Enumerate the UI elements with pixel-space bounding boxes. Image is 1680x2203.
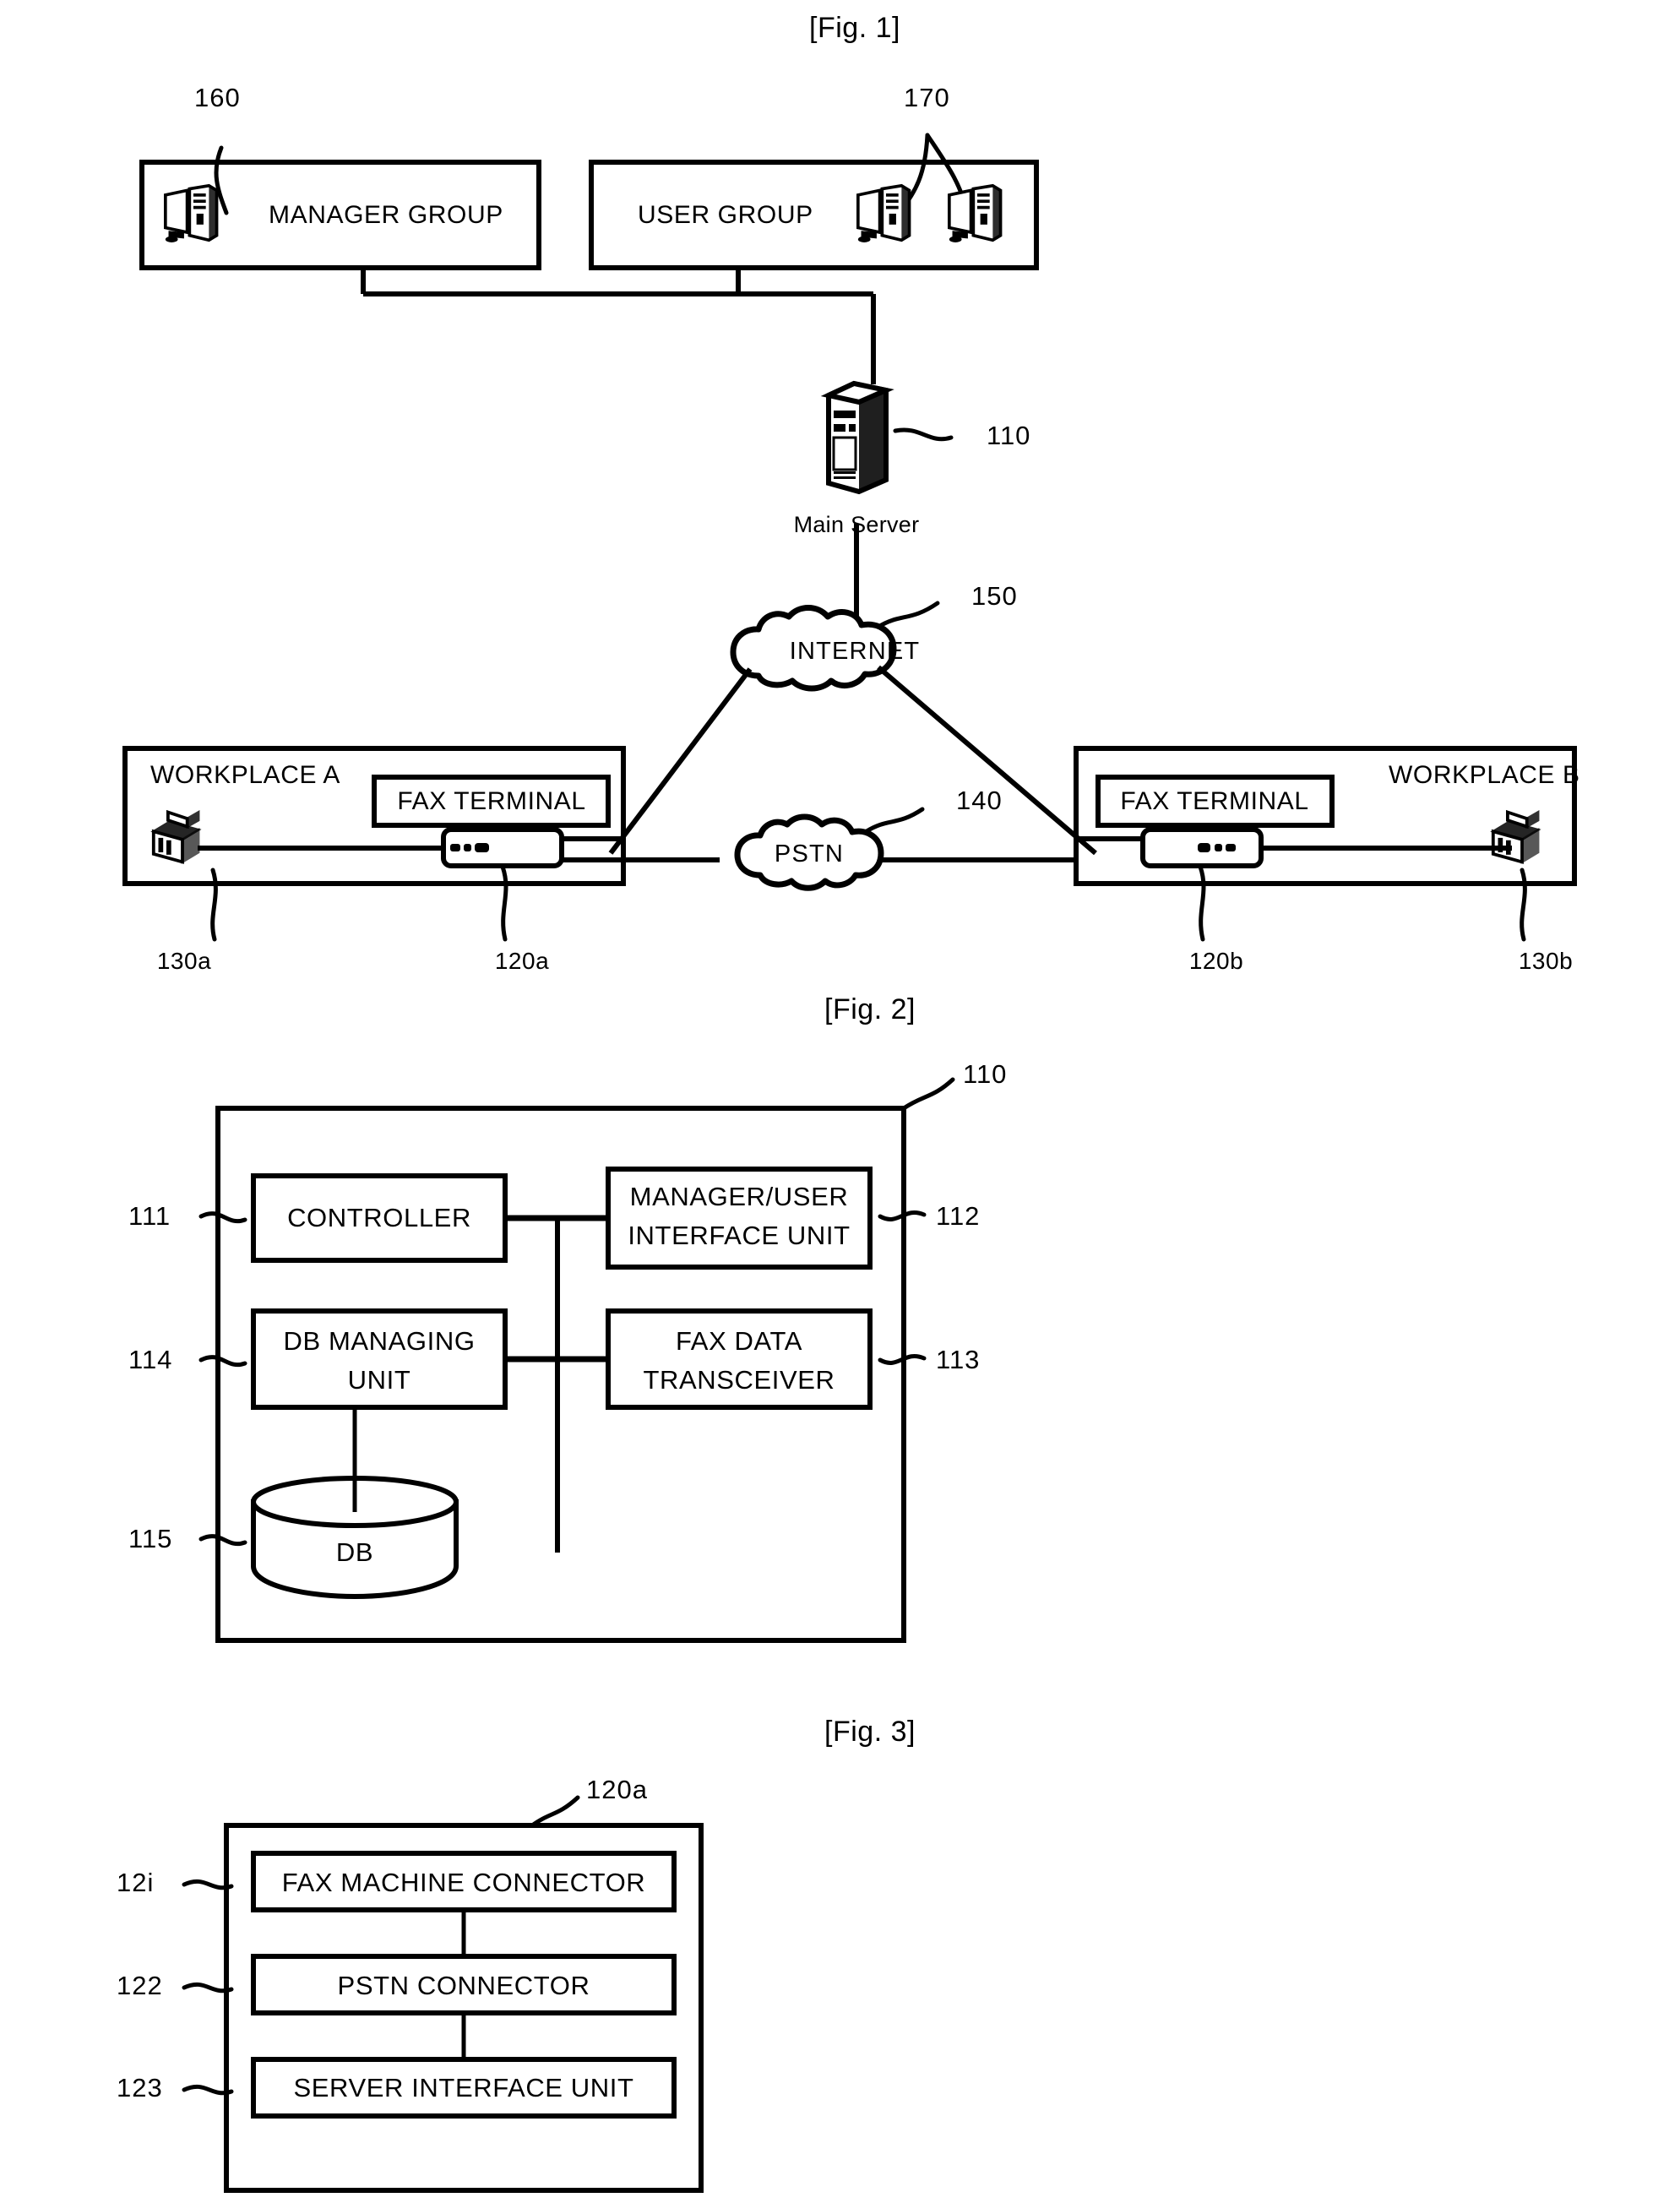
fig2-ref-db-managing-unit: 114 [128,1345,173,1374]
fig2-title: [Fig. 2] [824,993,916,1025]
fig2-fax-data-transceiver-label-line2: TRANSCEIVER [643,1365,835,1395]
fig2-ref-manager-user-interface-unit: 112 [936,1201,981,1231]
fig2-db-managing-unit-label-line1: DB MANAGING [283,1326,476,1356]
fig1-workplace-b-label: WORKPLACE B [1389,761,1580,789]
fig3-title: [Fig. 3] [824,1716,916,1748]
fig2-manager-user-interface-unit-label-line2: INTERFACE UNIT [628,1221,851,1250]
fig1-pstn-label: PSTN [774,840,845,868]
fig1-graphics [122,133,1577,942]
fig2-db-label: DB [335,1537,374,1567]
fig1-title: [Fig. 1] [809,12,900,44]
fig1-ref-main-server: 110 [987,421,1031,450]
fig1-ref-fax-machine-a: 130a [156,948,212,974]
fig3-server-interface-unit-label: SERVER INTERFACE UNIT [293,2073,634,2102]
fig3-ref-outer: 120a [586,1775,648,1804]
patent-drawing-sheet: [Fig. 1] 160 170 MANAGER GROUP USER GROU… [0,0,1680,2203]
fig3-ref-fax-machine-connector: 12i [117,1868,155,1897]
fig2-ref-outer: 110 [963,1059,1008,1089]
fig1-workplace-a-label: WORKPLACE A [150,761,340,789]
fig1-ref-fax-terminal-a: 120a [494,948,550,974]
fig1-internet-label: INTERNET [789,638,921,665]
fig3-ref-pstn-connector: 122 [117,1971,163,2000]
fig1-fax-terminal-b-label: FAX TERMINAL [1120,787,1309,815]
fig2-ref-controller: 111 [128,1201,171,1231]
fig1-ref-user-group: 170 [904,83,950,112]
fig1-user-group-label: USER GROUP [638,201,813,229]
fig2-manager-user-interface-unit-label-line1: MANAGER/USER [629,1182,849,1211]
fig1-main-server-label: Main Server [793,512,920,537]
figure-vector-layer [122,133,1577,2193]
fig3-pstn-connector-label: PSTN CONNECTOR [337,1971,590,2000]
fig1-ref-internet: 150 [971,581,1018,611]
fig1-ref-manager-group: 160 [194,83,241,112]
fig2-fax-data-transceiver-label-line1: FAX DATA [675,1326,803,1356]
fig1-ref-fax-terminal-b: 120b [1188,948,1244,974]
fig3-fax-machine-connector-label: FAX MACHINE CONNECTOR [281,1868,646,1897]
fig2-db-managing-unit-label-line2: UNIT [347,1365,411,1395]
fig1-fax-terminal-a-label: FAX TERMINAL [397,787,586,815]
fig2-graphics [198,1077,955,1643]
fig1-ref-fax-machine-b: 130b [1518,948,1574,974]
fig2-ref-db: 115 [128,1524,173,1553]
fig1-manager-group-label: MANAGER GROUP [269,201,503,229]
fig3-ref-server-interface-unit: 123 [117,2073,163,2102]
fig2-ref-fax-data-transceiver: 113 [936,1345,981,1374]
fig1-ref-pstn: 140 [956,786,1003,815]
fig2-controller-label: CONTROLLER [287,1203,471,1232]
